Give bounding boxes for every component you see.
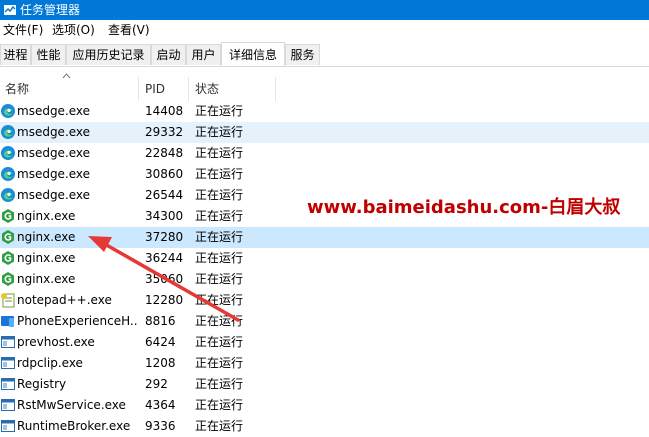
column-pid[interactable]: PID [145, 81, 165, 97]
process-name: msedge.exe [17, 167, 91, 181]
table-row[interactable]: PhoneExperienceH... 8816 正在运行 [0, 311, 649, 332]
table-row[interactable]: rdpclip.exe 1208 正在运行 [0, 353, 649, 374]
process-status: 正在运行 [195, 377, 244, 391]
edge-icon [0, 103, 16, 119]
process-status: 正在运行 [195, 335, 244, 349]
process-status: 正在运行 [195, 356, 244, 370]
process-name: msedge.exe [17, 125, 91, 139]
process-status: 正在运行 [195, 146, 244, 160]
process-name: prevhost.exe [17, 335, 95, 349]
app-window-icon [0, 355, 16, 371]
column-status[interactable]: 状态 [195, 81, 219, 97]
watermark-text: www.baimeidashu.com-白眉大叔 [307, 197, 621, 218]
process-pid: 1208 [145, 356, 176, 370]
edge-icon [0, 124, 16, 140]
tab-app-history[interactable]: 应用历史记录 [66, 44, 151, 65]
process-pid: 4364 [145, 398, 176, 412]
process-pid: 14408 [145, 104, 184, 118]
process-pid: 37280 [145, 230, 184, 244]
process-name: nginx.exe [17, 209, 76, 223]
menu-options[interactable]: 选项(O) [52, 22, 95, 38]
tab-performance[interactable]: 性能 [31, 44, 66, 65]
table-row[interactable]: msedge.exe 14408 正在运行 [0, 101, 649, 122]
tab-users[interactable]: 用户 [186, 44, 221, 65]
column-divider[interactable] [138, 77, 139, 101]
process-name: Registry [17, 377, 67, 391]
process-status: 正在运行 [195, 125, 244, 139]
nginx-icon [0, 271, 16, 287]
nginx-icon [0, 250, 16, 266]
menu-file[interactable]: 文件(F) [3, 22, 43, 38]
edge-icon [0, 166, 16, 182]
process-pid: 22848 [145, 146, 184, 160]
process-status: 正在运行 [195, 230, 244, 244]
process-name: msedge.exe [17, 104, 91, 118]
process-pid: 34300 [145, 209, 184, 223]
process-status: 正在运行 [195, 209, 244, 223]
process-pid: 35060 [145, 272, 184, 286]
table-row[interactable]: msedge.exe 29332 正在运行 [0, 122, 649, 143]
tab-processes[interactable]: 进程 [0, 44, 31, 65]
tab-startup[interactable]: 启动 [151, 44, 186, 65]
tab-services[interactable]: 服务 [285, 44, 320, 65]
column-divider[interactable] [275, 77, 276, 101]
window-title: 任务管理器 [20, 3, 81, 17]
tab-details[interactable]: 详细信息 [221, 42, 285, 66]
process-status: 正在运行 [195, 251, 244, 265]
table-row[interactable]: RstMwService.exe 4364 正在运行 [0, 395, 649, 416]
process-status: 正在运行 [195, 167, 244, 181]
process-status: 正在运行 [195, 104, 244, 118]
table-row[interactable]: Registry 292 正在运行 [0, 374, 649, 395]
process-name: PhoneExperienceH... [17, 314, 137, 328]
process-name: nginx.exe [17, 251, 76, 265]
title-bar: 任务管理器 [0, 0, 649, 20]
edge-icon [0, 187, 16, 203]
table-row[interactable]: msedge.exe 30860 正在运行 [0, 164, 649, 185]
column-name[interactable]: 名称 [5, 81, 29, 97]
process-status: 正在运行 [195, 272, 244, 286]
process-pid: 29332 [145, 125, 184, 139]
process-status: 正在运行 [195, 188, 244, 202]
app-window-icon [0, 334, 16, 350]
edge-icon [0, 145, 16, 161]
app-window-icon [0, 418, 16, 434]
nginx-icon [0, 208, 16, 224]
process-pid: 12280 [145, 293, 184, 307]
process-pid: 292 [145, 377, 168, 391]
process-name: msedge.exe [17, 146, 91, 160]
menu-view[interactable]: 查看(V) [108, 22, 150, 38]
table-row[interactable]: nginx.exe 37280 正在运行 [0, 227, 649, 248]
process-pid: 26544 [145, 188, 184, 202]
sort-ascending-icon[interactable] [62, 73, 71, 79]
process-status: 正在运行 [195, 398, 244, 412]
process-pid: 6424 [145, 335, 176, 349]
phone-link-icon [0, 313, 16, 329]
nginx-icon [0, 229, 16, 245]
app-window-icon [0, 397, 16, 413]
process-name: RstMwService.exe [17, 398, 126, 412]
process-name: nginx.exe [17, 230, 76, 244]
app-window-icon [0, 376, 16, 392]
table-row[interactable]: prevhost.exe 6424 正在运行 [0, 332, 649, 353]
table-row[interactable]: msedge.exe 22848 正在运行 [0, 143, 649, 164]
process-name: rdpclip.exe [17, 356, 83, 370]
process-pid: 36244 [145, 251, 184, 265]
process-status: 正在运行 [195, 314, 244, 328]
process-name: msedge.exe [17, 188, 91, 202]
column-divider[interactable] [188, 77, 189, 101]
process-name: notepad++.exe [17, 293, 112, 307]
process-name: nginx.exe [17, 272, 76, 286]
table-row[interactable]: notepad++.exe 12280 正在运行 [0, 290, 649, 311]
process-pid: 8816 [145, 314, 176, 328]
tab-bar: 进程 性能 应用历史记录 启动 用户 详细信息 服务 [0, 40, 649, 67]
menu-bar: 文件(F) 选项(O) 查看(V) [0, 20, 649, 40]
column-header: 名称 PID 状态 [0, 67, 649, 101]
table-row[interactable]: nginx.exe 35060 正在运行 [0, 269, 649, 290]
process-pid: 30860 [145, 167, 184, 181]
notepad-plus-plus-icon [0, 292, 16, 308]
task-manager-icon [4, 5, 16, 15]
process-status: 正在运行 [195, 293, 244, 307]
table-row[interactable]: nginx.exe 36244 正在运行 [0, 248, 649, 269]
